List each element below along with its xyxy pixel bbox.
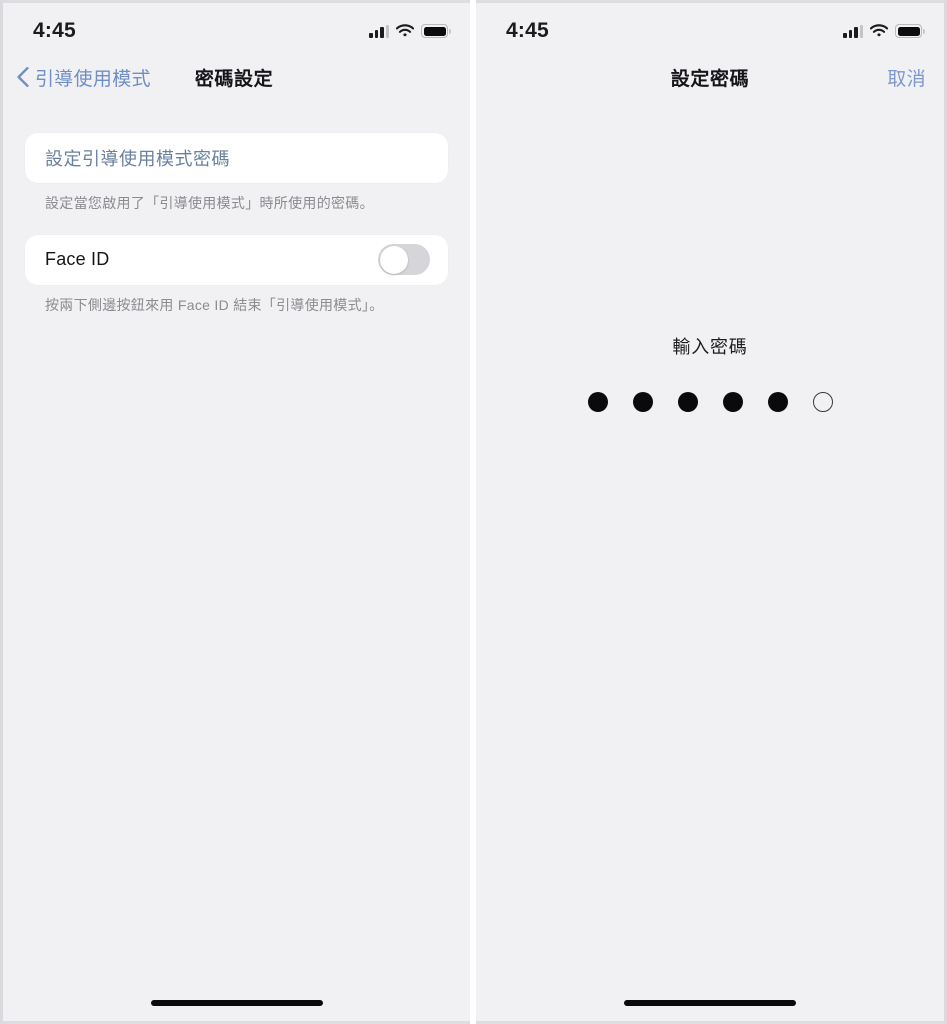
passcode-dots[interactable] (476, 392, 944, 412)
passcode-group-card: 設定引導使用模式密碼 (25, 133, 448, 183)
battery-full-icon (895, 24, 925, 38)
home-indicator[interactable] (476, 1000, 944, 1006)
back-button-label: 引導使用模式 (35, 68, 151, 90)
dual-screenshot-stage: 4:45 引導使用模式 密碼設定 設定引導使用模式密碼 設定當您啟用了「引導使用… (0, 0, 947, 1024)
left-nav-bar: 引導使用模式 密碼設定 (3, 55, 470, 99)
status-bar-indicators (369, 24, 451, 38)
passcode-dot-4 (722, 392, 743, 412)
wifi-icon (396, 24, 414, 37)
signal-bars-icon (843, 24, 863, 38)
cancel-button[interactable]: 取消 (887, 64, 926, 91)
face-id-row[interactable]: Face ID (25, 235, 448, 285)
set-guided-access-passcode-row[interactable]: 設定引導使用模式密碼 (25, 133, 448, 183)
page-title: 密碼設定 (194, 68, 274, 90)
status-bar-time: 4:45 (506, 19, 549, 42)
right-nav-bar: 設定密碼 取消 (476, 55, 944, 99)
left-status-bar: 4:45 (3, 3, 470, 55)
home-indicator[interactable] (3, 1000, 470, 1006)
page-title: 設定密碼 (670, 68, 750, 90)
passcode-group-footnote: 設定當您啟用了「引導使用模式」時所使用的密碼。 (45, 195, 374, 211)
passcode-dot-5 (767, 392, 788, 412)
wifi-icon (870, 24, 888, 37)
signal-bars-icon (369, 24, 389, 38)
face-id-group-footnote: 按兩下側邊按鈕來用 Face ID 結束「引導使用模式」。 (45, 296, 384, 313)
settings-list: 設定引導使用模式密碼 設定當您啟用了「引導使用模式」時所使用的密碼。 Face … (3, 99, 470, 315)
chevron-left-icon (17, 67, 29, 87)
passcode-dot-2 (632, 392, 653, 412)
status-bar-time: 4:45 (33, 19, 76, 42)
right-phone-screen: 4:45 設定密碼 取消 輸入密碼 (476, 0, 947, 1024)
passcode-dot-6 (812, 392, 833, 412)
passcode-entry: 輸入密碼 (476, 333, 944, 412)
face-id-label: Face ID (45, 249, 110, 270)
back-button[interactable]: 引導使用模式 (3, 64, 151, 91)
face-id-toggle[interactable] (378, 244, 430, 276)
passcode-dot-1 (587, 392, 608, 412)
passcode-dot-3 (677, 392, 698, 412)
face-id-group-card: Face ID (25, 234, 448, 285)
battery-full-icon (421, 24, 451, 38)
set-guided-access-passcode-label: 設定引導使用模式密碼 (45, 149, 230, 169)
toggle-knob (379, 245, 408, 274)
status-bar-indicators (843, 24, 925, 38)
right-status-bar: 4:45 (476, 3, 944, 55)
left-phone-screen: 4:45 引導使用模式 密碼設定 設定引導使用模式密碼 設定當您啟用了「引導使用… (0, 0, 470, 1024)
passcode-prompt: 輸入密碼 (672, 337, 748, 357)
